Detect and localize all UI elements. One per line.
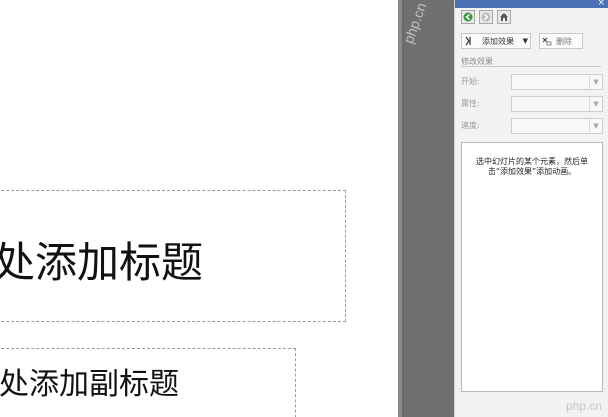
speed-label: 速度: xyxy=(461,121,480,130)
add-effect-label: 添加效果 xyxy=(482,36,514,46)
property-select[interactable]: ▼ xyxy=(511,96,603,112)
remove-label: 删除 xyxy=(556,36,572,46)
start-label: 开始: xyxy=(461,77,480,86)
subtitle-placeholder-text: 处添加副标题 xyxy=(0,367,179,402)
chevron-down-icon: ▼ xyxy=(589,97,602,111)
custom-animation-pane: × 添加效果 ▼ 删除 修改效果 开始: ▼ 属性: ▼ 速度: ▼ 选中幻灯片… xyxy=(454,0,608,417)
animation-list[interactable]: 选中幻灯片的某个元素，然后单击“添加效果”添加动画。 xyxy=(461,142,603,392)
slide-canvas[interactable]: 处添加标题 处添加副标题 xyxy=(0,0,398,417)
home-icon[interactable] xyxy=(497,10,511,24)
pane-splitter[interactable] xyxy=(398,0,454,417)
chevron-down-icon: ▼ xyxy=(589,119,602,133)
chevron-down-icon: ▼ xyxy=(522,37,528,45)
remove-icon xyxy=(542,37,552,46)
close-icon[interactable]: × xyxy=(597,0,605,8)
watermark-corner: php.cn xyxy=(565,399,602,413)
group-divider xyxy=(461,66,601,67)
start-select[interactable]: ▼ xyxy=(511,74,603,90)
subtitle-placeholder[interactable]: 处添加副标题 xyxy=(0,348,296,417)
title-placeholder[interactable]: 处添加标题 xyxy=(0,190,346,322)
property-label: 属性: xyxy=(461,99,480,108)
forward-arrow-icon[interactable] xyxy=(479,10,493,24)
hint-text: 选中幻灯片的某个元素，然后单击“添加效果”添加动画。 xyxy=(476,157,588,176)
back-arrow-icon[interactable] xyxy=(461,10,475,24)
star-effect-icon xyxy=(465,36,471,46)
speed-select[interactable]: ▼ xyxy=(511,118,603,134)
remove-button[interactable]: 删除 xyxy=(539,33,583,49)
chevron-down-icon: ▼ xyxy=(589,75,602,89)
title-placeholder-text: 处添加标题 xyxy=(0,238,204,287)
add-effect-button[interactable]: 添加效果 ▼ xyxy=(461,33,531,49)
pane-title-bar: × xyxy=(455,0,608,8)
